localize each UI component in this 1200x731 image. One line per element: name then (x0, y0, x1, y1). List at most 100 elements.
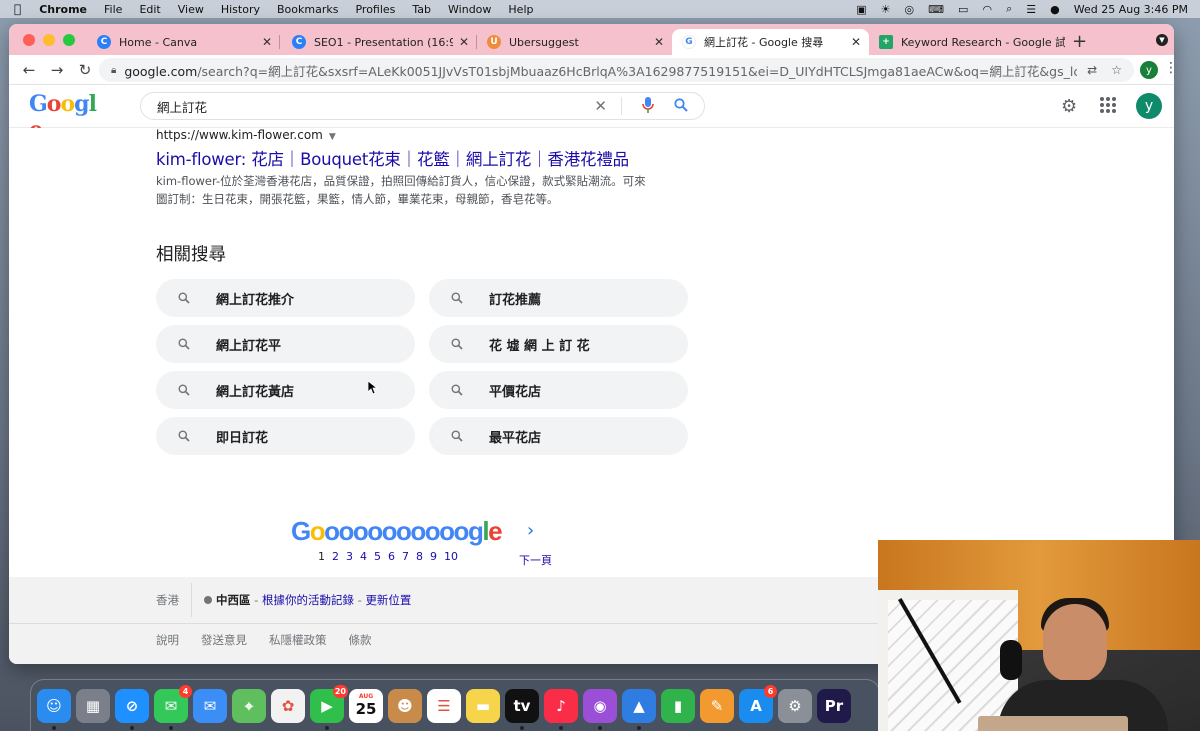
footer-terms-link[interactable]: 條款 (349, 632, 372, 648)
dock-keynote-icon[interactable]: ▲ (622, 688, 656, 730)
menu-tab[interactable]: Tab (412, 3, 431, 16)
menu-window[interactable]: Window (448, 3, 491, 16)
google-apps-icon[interactable] (1100, 97, 1116, 113)
battery-icon[interactable]: ▭ (958, 3, 968, 16)
dock-system-preferences-icon[interactable]: ⚙ (778, 688, 812, 723)
result-title-link[interactable]: kim-flower: 花店｜Bouquet花束｜花籃｜網上訂花｜香港花禮品 (156, 146, 629, 170)
reload-icon[interactable]: ↻ (77, 61, 93, 79)
dock-photos-icon[interactable]: ✿ (271, 688, 305, 723)
dock-pages-icon[interactable]: ✎ (700, 688, 734, 723)
page-link[interactable]: 8 (416, 550, 423, 563)
page-link[interactable]: 9 (430, 550, 437, 563)
close-tab-icon[interactable]: ✕ (654, 35, 664, 49)
page-link[interactable]: 2 (332, 550, 339, 563)
dock-maps-icon[interactable]: ⌖ (232, 688, 266, 723)
result-cite[interactable]: https://www.kim-flower.com ▼ (156, 128, 336, 142)
menu-view[interactable]: View (178, 3, 204, 16)
dock-premiere-icon[interactable]: Pr (817, 688, 851, 723)
footer-help-link[interactable]: 說明 (156, 632, 179, 648)
dock-messages-icon[interactable]: ✉ 4 (154, 684, 192, 730)
menu-history[interactable]: History (221, 3, 260, 16)
footer-feedback-link[interactable]: 發送意見 (201, 632, 247, 648)
google-doodle-logo[interactable]: Google (29, 91, 107, 143)
clear-search-icon[interactable]: ✕ (594, 97, 607, 115)
tab-keyword-research[interactable]: + Keyword Research - Google 試 (869, 29, 1065, 55)
menu-bookmarks[interactable]: Bookmarks (277, 3, 338, 16)
back-arrow-icon[interactable]: ← (21, 61, 37, 79)
address-url[interactable]: google.com/search?q=網上訂花&sxsrf=ALeKk0051… (124, 61, 1077, 80)
voice-search-icon[interactable] (642, 96, 654, 116)
menu-profiles[interactable]: Profiles (355, 3, 395, 16)
zoom-window-button[interactable] (63, 34, 75, 46)
dock-podcasts-icon[interactable]: ◉ (583, 688, 617, 730)
tab-google-search[interactable]: G 網上訂花 - Google 搜尋 ✕ (672, 29, 869, 55)
search-submit-icon[interactable] (674, 97, 688, 115)
footer-privacy-link[interactable]: 私隱權政策 (269, 632, 327, 648)
dock-numbers-icon[interactable]: ▮ (661, 688, 695, 723)
dock-mail-icon[interactable]: ✉ (193, 688, 227, 723)
related-search-chip[interactable]: 網上訂花推介 (156, 279, 415, 317)
control-center-icon[interactable]: ☰ (1026, 3, 1036, 16)
page-link[interactable]: 4 (360, 550, 367, 563)
dock-launchpad-icon[interactable]: ▦ (76, 688, 110, 723)
dock-calendar-icon[interactable]: AUG 25 (349, 688, 383, 723)
close-tab-icon[interactable]: ✕ (459, 35, 469, 49)
search-box[interactable]: 網上訂花 ✕ (140, 92, 705, 120)
address-bar[interactable]: 🔒︎ google.com/search?q=網上訂花&sxsrf=ALeKk0… (99, 58, 1134, 82)
dock-app-store-icon[interactable]: A6 (739, 684, 777, 723)
input-source-icon[interactable]: ⌨ (928, 3, 944, 16)
dock-reminders-icon[interactable]: ☰ (427, 688, 461, 723)
activity-location-link[interactable]: 根據你的活動記錄 (262, 592, 354, 608)
next-page-link[interactable]: 下一頁 (519, 552, 552, 568)
related-search-chip[interactable]: 即日訂花 (156, 417, 415, 455)
tab-search-icon[interactable]: ▼ (1156, 34, 1168, 46)
close-tab-icon[interactable]: ✕ (262, 35, 272, 49)
forward-arrow-icon[interactable]: → (49, 61, 65, 79)
screen-record-icon[interactable]: ▣ (856, 3, 866, 16)
dock-tv-icon[interactable]: tv (505, 688, 539, 730)
dock-notes-icon[interactable]: ▬ (466, 688, 500, 723)
new-tab-icon[interactable]: + (1072, 31, 1087, 52)
page-link[interactable]: 7 (402, 550, 409, 563)
related-search-chip[interactable]: 最平花店 (429, 417, 688, 455)
page-link[interactable]: 5 (374, 550, 381, 563)
siri-icon[interactable]: ● (1050, 3, 1060, 16)
tab-ubersuggest[interactable]: U Ubersuggest ✕ (477, 29, 672, 55)
related-search-chip[interactable]: 平價花店 (429, 371, 688, 409)
creative-cloud-icon[interactable]: ◎ (905, 3, 915, 16)
chrome-menu-icon[interactable]: ⋮ (1164, 60, 1174, 76)
page-link[interactable]: 10 (444, 550, 458, 563)
bookmark-star-icon[interactable]: ☆ (1111, 63, 1122, 77)
related-search-chip[interactable]: 網上訂花平 (156, 325, 415, 363)
related-search-chip[interactable]: 花 墟 網 上 訂 花 (429, 325, 688, 363)
dock-facetime-icon[interactable]: ▶ 20 (310, 684, 348, 730)
page-link[interactable]: 3 (346, 550, 353, 563)
next-page-chevron-icon[interactable]: › (527, 520, 534, 541)
related-search-chip[interactable]: 訂花推薦 (429, 279, 688, 317)
menu-file[interactable]: File (104, 3, 122, 16)
lock-icon[interactable]: 🔒︎ (111, 65, 116, 76)
dock-safari-icon[interactable]: ⊘ (115, 688, 149, 730)
search-input[interactable]: 網上訂花 (157, 97, 594, 116)
menu-app-name[interactable]: Chrome (39, 3, 87, 16)
cite-menu-icon[interactable]: ▼ (329, 132, 336, 142)
menubar-clock[interactable]: Wed 25 Aug 3:46 PM (1074, 3, 1188, 16)
menu-edit[interactable]: Edit (139, 3, 160, 16)
tab-seo-presentation[interactable]: C SEO1 - Presentation (16:9) ✕ (282, 29, 477, 55)
menu-help[interactable]: Help (508, 3, 533, 16)
wifi-icon[interactable]: ◠ (982, 3, 992, 16)
dock-finder-icon[interactable]: ☺ (37, 688, 71, 730)
minimize-window-button[interactable] (43, 34, 55, 46)
update-location-link[interactable]: 更新位置 (365, 592, 411, 608)
spotlight-icon[interactable]: ⌕ (1006, 2, 1012, 16)
close-tab-icon[interactable]: ✕ (851, 35, 861, 49)
apple-menu-icon[interactable]:  (14, 2, 21, 16)
account-avatar[interactable]: y (1136, 93, 1162, 119)
page-link[interactable]: 6 (388, 550, 395, 563)
tab-canva-home[interactable]: C Home - Canva ✕ (87, 29, 280, 55)
translate-icon[interactable]: ⇄ (1087, 63, 1097, 77)
chrome-profile-avatar[interactable]: y (1140, 61, 1158, 79)
brightness-icon[interactable]: ☀ (881, 3, 891, 16)
dock-music-icon[interactable]: ♪ (544, 688, 578, 730)
settings-gear-icon[interactable]: ⚙ (1061, 96, 1077, 117)
